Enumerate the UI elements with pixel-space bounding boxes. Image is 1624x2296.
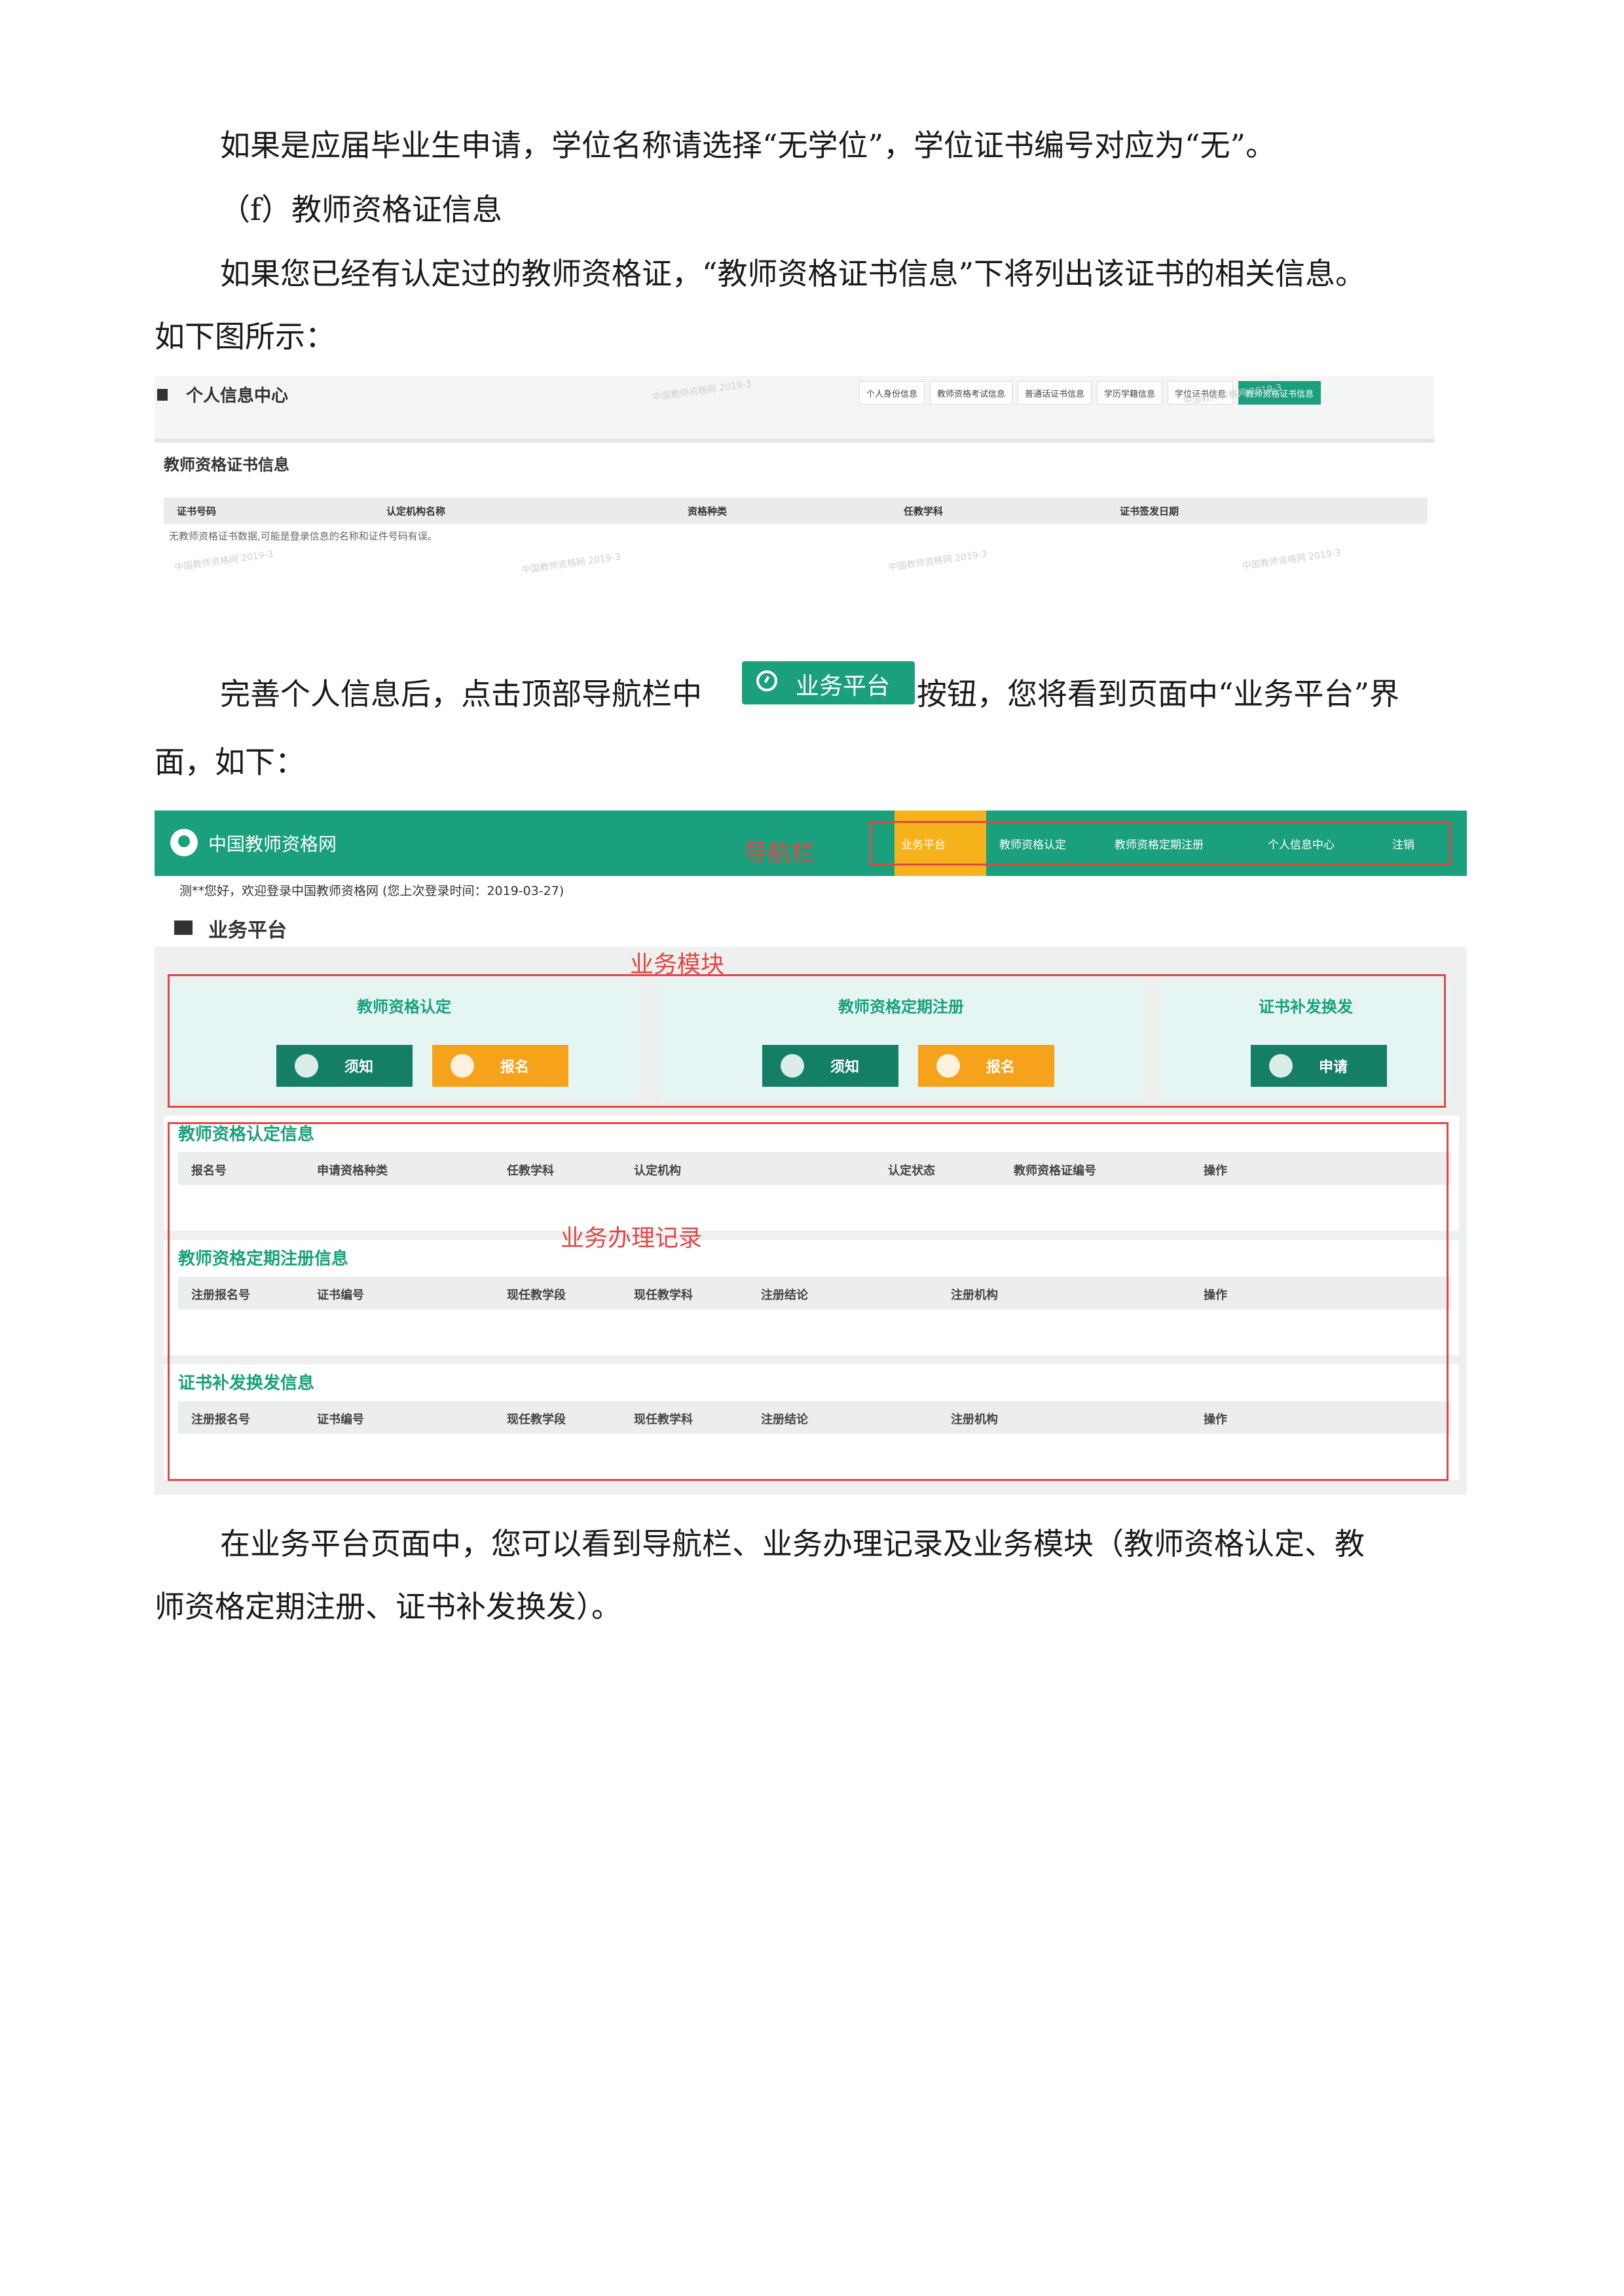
business-platform-button[interactable]: 业务平台 [742,661,915,704]
paragraph-click-nav-part1: 完善个人信息后，点击顶部导航栏中 [220,676,702,712]
paragraph-as-follows: 面，如下： [155,744,305,780]
paragraph-summary-line2: 师资格定期注册、证书补发换发）。 [155,1589,621,1624]
column-header: 资格种类 [688,505,728,517]
paragraph-cert-info: 如果您已经有认定过的教师资格证，“教师资格证书信息”下将列出该证书的相关信息。 [220,256,1366,291]
figure1-title: 个人信息中心 [186,386,289,406]
site-name: 中国教师资格网 [208,833,337,855]
platform-icon [174,920,193,935]
welcome-text: 测**您好，欢迎登录中国教师资格网 (您上次登录时间：2019-03-27) [179,884,564,898]
watermark: 中国教师资格网 2019-3 [887,549,988,574]
figure-personal-info-center: 个人信息中心 个人身份信息 教师资格考试信息 普通话证书信息 学历学籍信息 学位… [155,376,1434,585]
column-header: 证书号码 [177,505,217,517]
profile-icon [157,389,168,401]
figure1-section-title: 教师资格证书信息 [164,456,289,474]
nav-annotation-label: 导航栏 [744,840,815,867]
column-header: 认定机构名称 [386,505,446,517]
section-heading-teacher-cert: （f）教师资格证信息 [220,192,503,227]
figure1-table-header: 证书号码 认定机构名称 资格种类 任教学科 证书签发日期 [164,498,1428,524]
paragraph-degree-note: 如果是应届毕业生申请，学位名称请选择“无学位”，学位证书编号对应为“无”。 [220,128,1276,163]
page-title: 业务平台 [208,919,287,942]
column-header: 任教学科 [904,505,944,517]
tab-mandarin[interactable]: 普通话证书信息 [1018,381,1092,405]
paragraph-click-nav-part2: 按钮，您将看到页面中“业务平台”界 [917,676,1400,712]
watermark: 中国教师资格网 2019-3 [1241,547,1342,572]
records-annotation-box [168,1122,1449,1481]
watermark: 中国教师资格网 2019-3 [174,549,274,574]
dashboard-icon [756,670,777,691]
business-platform-button-label: 业务平台 [796,673,891,700]
records-annotation-label: 业务办理记录 [561,1225,703,1252]
paragraph-as-shown: 如下图所示： [155,319,335,354]
watermark: 中国教师资格网 2019-3 [521,551,621,576]
paragraph-summary-line1: 在业务平台页面中，您可以看到导航栏、业务办理记录及业务模块（教师资格认定、教 [220,1526,1365,1561]
site-header: 中国教师资格网 业务平台 教师资格认定 教师资格定期注册 个人信息中心 注销 导… [155,811,1467,876]
nav-annotation-box [870,821,1451,866]
column-header: 证书签发日期 [1120,505,1179,517]
tab-exam[interactable]: 教师资格考试信息 [930,381,1013,405]
tab-identity[interactable]: 个人身份信息 [859,381,925,405]
page-header: 业务平台 [155,903,1467,947]
site-logo-icon [170,829,198,856]
modules-annotation-box [168,974,1446,1108]
welcome-bar: 测**您好，欢迎登录中国教师资格网 (您上次登录时间：2019-03-27) [155,876,1467,903]
figure1-empty-message: 无教师资格证书数据,可能是登录信息的名称和证件号码有误。 [169,530,437,542]
figure-business-platform: 中国教师资格网 业务平台 教师资格认定 教师资格定期注册 个人信息中心 注销 导… [155,811,1467,1495]
tab-education[interactable]: 学历学籍信息 [1097,381,1163,405]
